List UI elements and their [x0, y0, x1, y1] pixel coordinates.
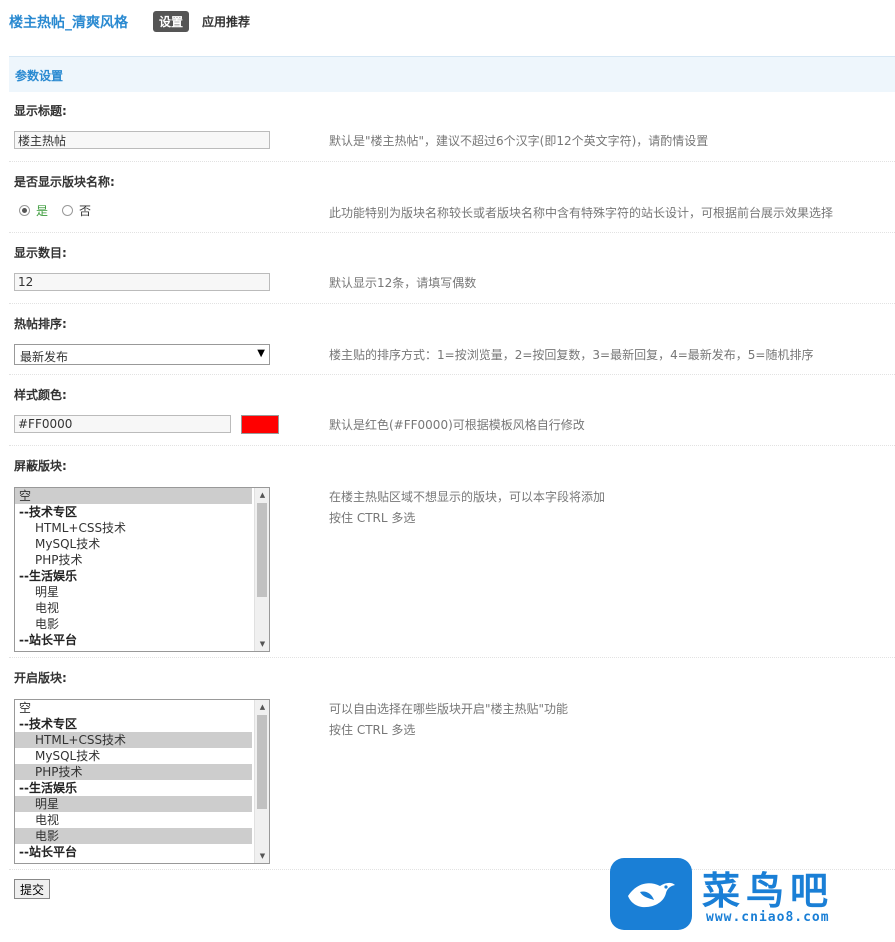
tab-app-recommend[interactable]: 应用推荐 [202, 13, 250, 30]
listbox-option[interactable]: 空 [15, 700, 252, 716]
listbox-option[interactable]: --生活娱乐 [15, 780, 252, 796]
display-count-input[interactable] [14, 273, 270, 291]
radio-no[interactable] [62, 204, 74, 216]
listbox-scrollbar[interactable]: ▲ ▼ [254, 700, 269, 863]
enabled-forums-tip: 可以自由选择在哪些版块开启"楼主热贴"功能 [329, 702, 569, 716]
listbox-options: 空 --技术专区 HTML+CSS技术 MySQL技术 PHP技术 --生活娱乐 明星 电视电… [15, 700, 269, 860]
field-blocked-forums: 屏蔽版块: 空 --技术专区 HTML+CSS技术 MySQL技术 PHP技术 --生活娱… [9, 456, 895, 658]
scroll-up-icon[interactable]: ▲ [255, 488, 269, 502]
field-style-color: 样式颜色: 默认是红色(#FF0000)可根据模板风格自行修改 [9, 385, 895, 446]
style-color-label: 样式颜色: [14, 388, 67, 402]
radio-yes[interactable] [19, 204, 30, 216]
listbox-option[interactable]: --站长平台 [15, 844, 252, 860]
blocked-forums-tip: 在楼主热贴区域不想显示的版块，可以本字段将添加 [329, 490, 606, 504]
listbox-option[interactable]: --技术专区 [15, 716, 252, 732]
listbox-option[interactable]: 明星 [15, 584, 252, 600]
display-count-tip: 默认显示12条，请填写偶数 [329, 276, 477, 290]
listbox-option[interactable]: --站长平台 [15, 632, 252, 648]
watermark-logo: 菜鸟吧 www.cniao8.com [610, 856, 890, 932]
scroll-down-icon[interactable]: ▼ [255, 637, 269, 651]
listbox-option[interactable]: 电视 [15, 812, 252, 828]
blocked-forums-tip-ctrl: 按住 CTRL 多选 [329, 511, 416, 525]
bird-icon [628, 882, 675, 908]
scroll-up-icon[interactable]: ▲ [255, 700, 269, 714]
sort-order-value: 最新发布 [20, 350, 69, 364]
style-color-tip: 默认是红色(#FF0000)可根据模板风格自行修改 [329, 418, 585, 432]
sort-order-select[interactable]: 最新发布 ▼ [14, 344, 270, 365]
field-show-forum-name: 是否显示版块名称: 是 否 此功能特别为版块名称较长或者版块名称中含有特殊字符的… [9, 172, 895, 233]
listbox-option[interactable]: MySQL技术 [15, 748, 252, 764]
submit-button[interactable]: 提交 [14, 879, 51, 899]
listbox-scrollbar[interactable]: ▲ ▼ [254, 488, 269, 651]
enabled-forums-label: 开启版块: [14, 671, 67, 685]
blocked-forums-label: 屏蔽版块: [14, 459, 67, 473]
listbox-option[interactable]: HTML+CSS技术 [15, 732, 252, 748]
show-forum-name-radios: 是 否 [19, 202, 105, 218]
radio-no-label[interactable]: 否 [79, 202, 91, 219]
watermark-brand: 菜鸟吧 [702, 868, 835, 913]
plugin-title[interactable]: 楼主热帖_清爽风格 [9, 12, 128, 32]
sort-order-tip: 楼主贴的排序方式：1=按浏览量，2=按回复数，3=最新回复，4=最新发布，5=随… [329, 348, 814, 362]
show-forum-name-label: 是否显示版块名称: [14, 175, 115, 189]
listbox-options: 空 --技术专区 HTML+CSS技术 MySQL技术 PHP技术 --生活娱乐 明星 电视电… [15, 488, 269, 648]
listbox-option[interactable]: PHP技术 [15, 764, 252, 780]
scroll-thumb[interactable] [257, 503, 267, 597]
listbox-option[interactable]: MySQL技术 [15, 536, 252, 552]
scroll-thumb[interactable] [257, 715, 267, 809]
listbox-option[interactable]: 明星 [15, 796, 252, 812]
field-display-count: 显示数目: 默认显示12条，请填写偶数 [9, 243, 895, 304]
display-title-label: 显示标题: [14, 104, 67, 118]
dropdown-arrow-icon: ▼ [257, 348, 265, 359]
listbox-option[interactable]: 电影 [15, 616, 252, 632]
display-title-tip: 默认是"楼主热帖"，建议不超过6个汉字(即12个英文字符)，请酌情设置 [329, 134, 709, 148]
field-enabled-forums: 开启版块: 空 --技术专区 HTML+CSS技术 MySQL技术 PHP技术 --生活娱… [9, 668, 895, 870]
watermark-icon-box [610, 858, 692, 930]
section-title: 参数设置 [15, 69, 64, 83]
display-count-label: 显示数目: [14, 246, 67, 260]
color-swatch[interactable] [241, 415, 279, 434]
listbox-option[interactable]: HTML+CSS技术 [15, 520, 252, 536]
show-forum-name-tip: 此功能特别为版块名称较长或者版块名称中含有特殊字符的站长设计，可根据前台展示效果… [329, 206, 834, 220]
tab-settings[interactable]: 设置 [153, 11, 190, 32]
scroll-down-icon[interactable]: ▼ [255, 849, 269, 863]
blocked-forums-listbox[interactable]: 空 --技术专区 HTML+CSS技术 MySQL技术 PHP技术 --生活娱乐 明星 电视电… [14, 487, 270, 652]
watermark-url: www.cniao8.com [706, 910, 830, 925]
listbox-option[interactable]: --技术专区 [15, 504, 252, 520]
field-display-title: 显示标题: 默认是"楼主热帖"，建议不超过6个汉字(即12个英文字符)，请酌情设… [9, 101, 895, 162]
field-sort-order: 热帖排序: 最新发布 ▼ 楼主贴的排序方式：1=按浏览量，2=按回复数，3=最新… [9, 314, 895, 375]
section-header: 参数设置 [9, 56, 895, 92]
enabled-forums-listbox[interactable]: 空 --技术专区 HTML+CSS技术 MySQL技术 PHP技术 --生活娱乐 明星 电视电… [14, 699, 270, 864]
display-title-input[interactable] [14, 131, 270, 149]
sort-order-label: 热帖排序: [14, 317, 67, 331]
top-bar: 楼主热帖_清爽风格 设置 应用推荐 [0, 0, 895, 44]
listbox-option[interactable]: 电影 [15, 828, 252, 844]
listbox-option[interactable]: 空 [15, 488, 252, 504]
enabled-forums-tip-ctrl: 按住 CTRL 多选 [329, 723, 416, 737]
listbox-option[interactable]: 电视 [15, 600, 252, 616]
radio-yes-label[interactable]: 是 [36, 202, 48, 219]
listbox-option[interactable]: --生活娱乐 [15, 568, 252, 584]
listbox-option[interactable]: PHP技术 [15, 552, 252, 568]
style-color-input[interactable] [14, 415, 231, 433]
